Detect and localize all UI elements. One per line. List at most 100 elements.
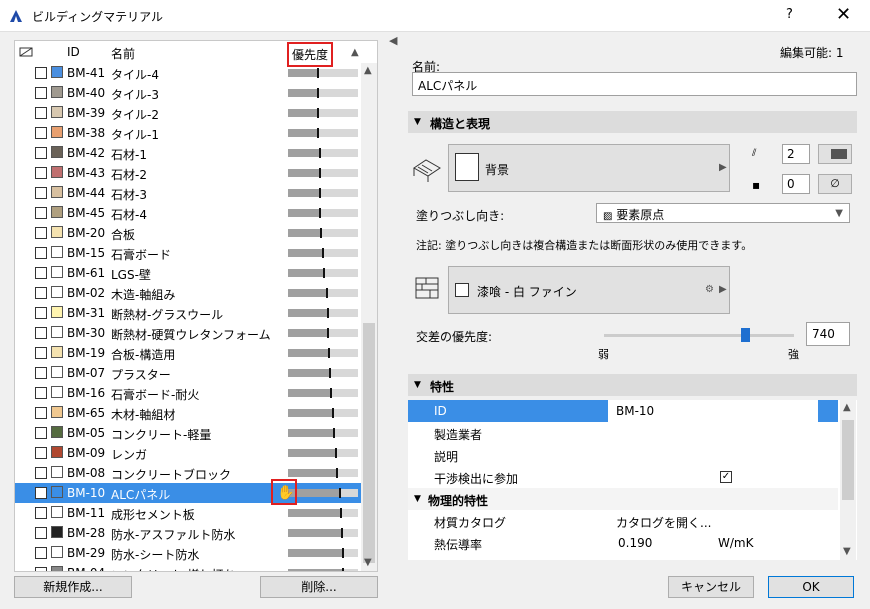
column-id[interactable]: ID [67, 45, 80, 59]
priority-bar[interactable] [288, 128, 358, 138]
material-row[interactable]: BM-02 木造-軸組み [15, 283, 361, 303]
priority-bar[interactable] [288, 528, 358, 538]
material-row[interactable]: BM-11 成形セメント板 [15, 503, 361, 523]
priority-bar[interactable] [288, 168, 358, 178]
collapse-panel-icon[interactable]: ◀ [389, 34, 397, 47]
priority-bar[interactable] [288, 148, 358, 158]
prop-value[interactable]: 0.190 [618, 536, 652, 550]
priority-bar[interactable] [288, 388, 358, 398]
material-row[interactable]: BM-09 レンガ [15, 443, 361, 463]
visibility-checkbox[interactable] [35, 507, 47, 519]
visibility-checkbox[interactable] [35, 487, 47, 499]
column-name[interactable]: 名前 [111, 45, 135, 62]
surface-picker[interactable]: 漆喰 - 白 ファイン ⚙ ▶ [448, 266, 730, 314]
intersection-slider[interactable] [604, 334, 794, 337]
close-button[interactable]: ✕ [836, 4, 851, 25]
material-row[interactable]: BM-45 石材-4 [15, 203, 361, 223]
visibility-checkbox[interactable] [35, 467, 47, 479]
priority-bar[interactable] [288, 468, 358, 478]
background-pen-field[interactable]: 0 [782, 174, 810, 194]
visibility-checkbox[interactable] [35, 107, 47, 119]
fill-column-icon[interactable] [19, 46, 33, 58]
prop-selection-handle[interactable] [818, 400, 836, 422]
prop-row-description[interactable]: 説明 [408, 444, 838, 466]
visibility-checkbox[interactable] [35, 207, 47, 219]
drag-hand-icon[interactable]: ✋ [271, 479, 297, 505]
open-catalog-link[interactable]: カタログを開く... [616, 514, 711, 531]
priority-bar[interactable] [288, 548, 358, 558]
priority-bar[interactable] [288, 348, 358, 358]
visibility-checkbox[interactable] [35, 187, 47, 199]
scroll-down-icon[interactable]: ▼ [364, 557, 372, 568]
material-row[interactable]: BM-44 石材-3 [15, 183, 361, 203]
visibility-checkbox[interactable] [35, 307, 47, 319]
new-button[interactable]: 新規作成... [14, 576, 132, 598]
visibility-checkbox[interactable] [35, 167, 47, 179]
material-row[interactable]: BM-19 合板-構造用 [15, 343, 361, 363]
material-row[interactable]: BM-43 石材-2 [15, 163, 361, 183]
section-properties[interactable]: ▼ 特性 [408, 374, 857, 396]
material-row[interactable]: BM-41 タイル-4 [15, 63, 361, 83]
priority-bar[interactable] [288, 508, 358, 518]
priority-bar[interactable] [288, 448, 358, 458]
props-scrollbar[interactable]: ▲ ▼ [840, 400, 856, 560]
priority-bar[interactable] [288, 268, 358, 278]
priority-bar[interactable] [288, 108, 358, 118]
material-row[interactable]: BM-40 タイル-3 [15, 83, 361, 103]
visibility-checkbox[interactable] [35, 287, 47, 299]
material-row[interactable]: BM-07 プラスター [15, 363, 361, 383]
visibility-checkbox[interactable] [35, 447, 47, 459]
pen-color-button[interactable] [818, 144, 852, 164]
material-row[interactable]: BM-39 タイル-2 [15, 103, 361, 123]
material-row[interactable]: BM-31 断熱材-グラスウール [15, 303, 361, 323]
material-row[interactable]: BM-28 防水-アスファルト防水 [15, 523, 361, 543]
section-structure[interactable]: ▼ 構造と表現 [408, 111, 857, 133]
material-row[interactable]: BM-08 コンクリートブロック [15, 463, 361, 483]
props-scroll-down-icon[interactable]: ▼ [843, 546, 851, 557]
scroll-up-icon[interactable]: ▲ [364, 65, 372, 76]
material-row[interactable]: BM-61 LGS-壁 [15, 263, 361, 283]
prop-row-id[interactable]: ID BM-10 [408, 400, 838, 422]
collision-checkbox[interactable]: ✓ [720, 471, 732, 483]
priority-bar[interactable] [288, 428, 358, 438]
ok-button[interactable]: OK [768, 576, 854, 598]
priority-bar[interactable] [288, 408, 358, 418]
name-field[interactable]: ALCパネル [412, 72, 857, 96]
scroll-thumb[interactable] [363, 323, 375, 563]
priority-bar[interactable] [288, 368, 358, 378]
material-row[interactable]: BM-15 石膏ボード [15, 243, 361, 263]
cut-fill-picker[interactable]: 背景 ▶ [448, 144, 730, 192]
visibility-checkbox[interactable] [35, 567, 47, 571]
prop-row-catalog[interactable]: 材質カタログ カタログを開く... [408, 510, 838, 532]
priority-bar[interactable] [288, 248, 358, 258]
visibility-checkbox[interactable] [35, 227, 47, 239]
prop-row-conductivity[interactable]: 熱伝導率 0.190 W/mK [408, 532, 838, 554]
visibility-checkbox[interactable] [35, 247, 47, 259]
visibility-checkbox[interactable] [35, 267, 47, 279]
priority-bar[interactable] [288, 488, 358, 498]
visibility-checkbox[interactable] [35, 67, 47, 79]
intersection-slider-thumb[interactable] [740, 328, 750, 342]
prop-row-collision[interactable]: 干渉検出に参加 ✓ [408, 466, 838, 488]
visibility-checkbox[interactable] [35, 367, 47, 379]
visibility-checkbox[interactable] [35, 527, 47, 539]
visibility-checkbox[interactable] [35, 327, 47, 339]
transparent-pen-button[interactable]: ∅ [818, 174, 852, 194]
help-button[interactable]: ? [786, 7, 793, 22]
material-row[interactable]: BM-16 石膏ボード-耐火 [15, 383, 361, 403]
material-row[interactable]: BM-30 断熱材-硬質ウレタンフォーム [15, 323, 361, 343]
visibility-checkbox[interactable] [35, 127, 47, 139]
priority-bar[interactable] [288, 88, 358, 98]
cancel-button[interactable]: キャンセル [668, 576, 754, 598]
priority-bar[interactable] [288, 228, 358, 238]
material-row[interactable]: BM-29 防水-シート防水 [15, 543, 361, 563]
prop-row-manufacturer[interactable]: 製造業者 [408, 422, 838, 444]
visibility-checkbox[interactable] [35, 147, 47, 159]
material-row[interactable]: BM-05 コンクリート-軽量 [15, 423, 361, 443]
visibility-checkbox[interactable] [35, 427, 47, 439]
material-row[interactable]: BM-42 石材-1 [15, 143, 361, 163]
priority-bar[interactable] [288, 208, 358, 218]
priority-bar[interactable] [288, 68, 358, 78]
delete-button[interactable]: 削除... [260, 576, 378, 598]
fill-orientation-select[interactable]: ▨ 要素原点 ▼ [596, 203, 850, 223]
